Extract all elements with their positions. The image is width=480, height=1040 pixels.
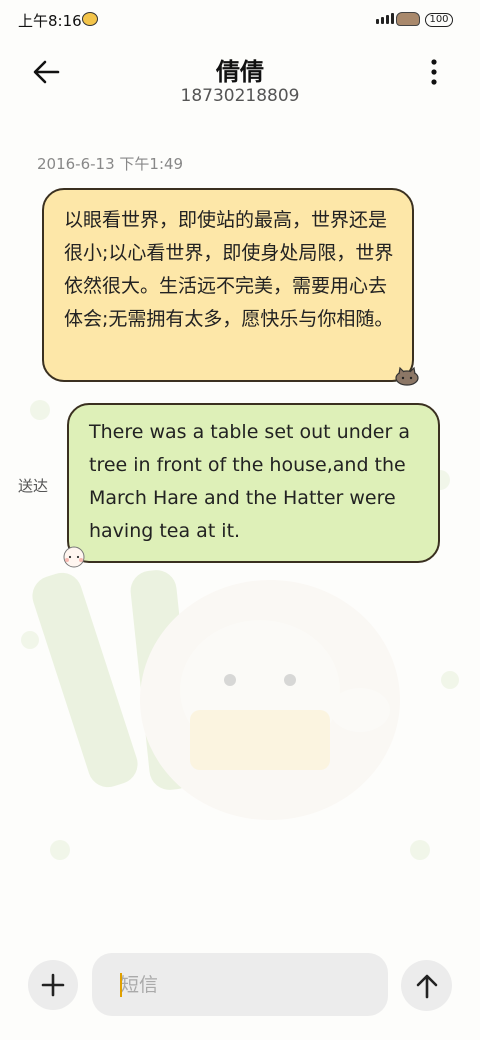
status-bar: 上午8:16 100 bbox=[0, 0, 480, 40]
conversation-header: 倩倩 18730218809 bbox=[0, 40, 480, 120]
arrow-up-icon bbox=[416, 974, 437, 998]
incoming-message-bubble[interactable]: 以眼看世界，即使站的最高，世界还是很小;以心看世界，即使身处局限，世界依然很大。… bbox=[42, 188, 414, 382]
status-time: 上午8:16 bbox=[18, 12, 82, 30]
contact-number: 18730218809 bbox=[180, 86, 300, 106]
contact-name: 倩倩 bbox=[216, 58, 264, 86]
incoming-message-text: 以眼看世界，即使站的最高，世界还是很小;以心看世界，即使身处局限，世界依然很大。… bbox=[64, 209, 394, 330]
compose-bar bbox=[0, 950, 480, 1020]
message-input[interactable] bbox=[92, 953, 388, 1016]
outgoing-message-bubble[interactable]: There was a table set out under a tree i… bbox=[67, 403, 440, 563]
message-timestamp: 2016-6-13 下午1:49 bbox=[37, 155, 184, 173]
cat-sticker-icon bbox=[395, 366, 419, 386]
more-vertical-icon bbox=[431, 59, 437, 85]
text-cursor bbox=[120, 973, 122, 997]
battery-icon: 100 bbox=[425, 13, 453, 27]
outgoing-message-text: There was a table set out under a tree i… bbox=[89, 421, 410, 542]
cat-wifi-icon bbox=[396, 12, 420, 26]
sheep-sticker-icon bbox=[63, 546, 85, 568]
plus-icon bbox=[41, 973, 65, 997]
send-button[interactable] bbox=[401, 960, 452, 1011]
delivery-status: 送达 bbox=[18, 477, 49, 495]
add-attachment-button[interactable] bbox=[28, 960, 78, 1010]
signal-icon bbox=[376, 13, 394, 24]
more-options-button[interactable] bbox=[420, 54, 448, 90]
notification-emoji-icon bbox=[82, 12, 98, 26]
